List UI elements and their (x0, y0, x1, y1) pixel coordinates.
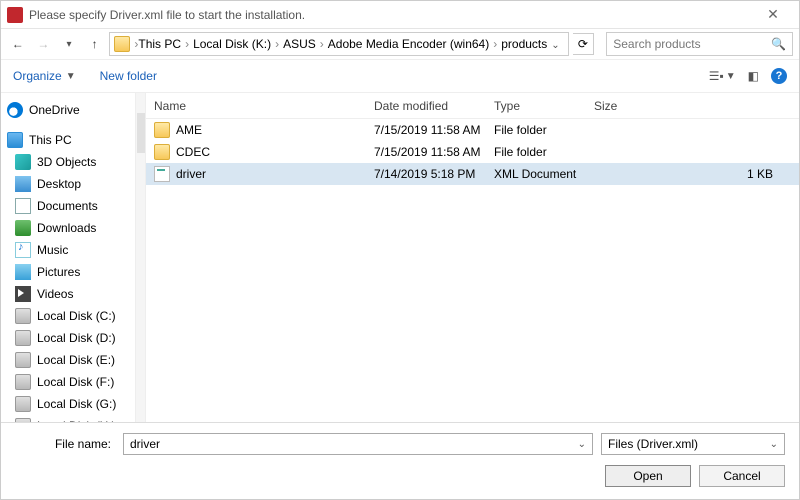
navigation-tree[interactable]: OneDrive This PC 3D Objects Desktop Docu… (1, 93, 136, 422)
up-button[interactable]: ↑ (84, 33, 106, 55)
tree-drive-f[interactable]: Local Disk (F:) (1, 371, 135, 393)
tree-drive-h[interactable]: Local Disk (H:) (1, 415, 135, 422)
desktop-icon (15, 176, 31, 192)
chevron-down-icon: ⌄ (578, 439, 586, 450)
crumb-2[interactable]: ASUS (283, 37, 316, 51)
drive-icon (15, 330, 31, 346)
drive-icon (15, 352, 31, 368)
dialog-body: OneDrive This PC 3D Objects Desktop Docu… (1, 93, 799, 422)
tree-documents[interactable]: Documents (1, 195, 135, 217)
splitter-knob-icon (137, 113, 145, 153)
tree-drive-g[interactable]: Local Disk (G:) (1, 393, 135, 415)
cube-icon (15, 154, 31, 170)
cancel-button[interactable]: Cancel (699, 465, 785, 487)
file-list-pane: Name Date modified Type Size AME 7/15/20… (146, 93, 799, 422)
tree-downloads[interactable]: Downloads (1, 217, 135, 239)
new-folder-button[interactable]: New folder (100, 69, 157, 83)
col-size[interactable]: Size (594, 99, 799, 113)
tree-pictures[interactable]: Pictures (1, 261, 135, 283)
address-dropdown[interactable]: ⌄ (547, 37, 563, 51)
file-open-dialog: Please specify Driver.xml file to start … (0, 0, 800, 500)
crumb-4[interactable]: products (501, 37, 547, 51)
folder-icon (154, 144, 170, 160)
crumb-0[interactable]: This PC (138, 37, 181, 51)
pictures-icon (15, 264, 31, 280)
recent-dropdown[interactable]: ▾ (58, 33, 80, 55)
titlebar: Please specify Driver.xml file to start … (1, 1, 799, 29)
tree-music[interactable]: Music (1, 239, 135, 261)
tree-drive-e[interactable]: Local Disk (E:) (1, 349, 135, 371)
tree-videos[interactable]: Videos (1, 283, 135, 305)
dialog-title: Please specify Driver.xml file to start … (29, 8, 753, 22)
crumb-3[interactable]: Adobe Media Encoder (win64) (328, 37, 489, 51)
back-button[interactable]: ← (7, 33, 29, 55)
music-icon (15, 242, 31, 258)
preview-pane-button[interactable]: ◧ (748, 69, 759, 83)
filetype-filter[interactable]: Files (Driver.xml)⌄ (601, 433, 785, 455)
col-type[interactable]: Type (494, 99, 594, 113)
col-date[interactable]: Date modified (374, 99, 494, 113)
cloud-icon (7, 102, 23, 118)
file-row[interactable]: AME 7/15/2019 11:58 AMFile folder (146, 119, 799, 141)
videos-icon (15, 286, 31, 302)
tree-splitter[interactable] (136, 93, 146, 422)
column-headers[interactable]: Name Date modified Type Size (146, 93, 799, 119)
close-button[interactable]: ✕ (753, 6, 793, 23)
toolbar: Organize ▼ New folder ☰▪ ▼ ◧ ? (1, 59, 799, 93)
search-placeholder: Search products (613, 37, 700, 51)
documents-icon (15, 198, 31, 214)
dialog-footer: File name: driver⌄ Files (Driver.xml)⌄ O… (1, 422, 799, 499)
folder-icon (114, 36, 130, 52)
search-input[interactable]: Search products 🔍 (606, 32, 793, 56)
pc-icon (7, 132, 23, 148)
downloads-icon (15, 220, 31, 236)
search-icon: 🔍 (771, 37, 786, 51)
tree-desktop[interactable]: Desktop (1, 173, 135, 195)
chevron-down-icon: ⌄ (770, 439, 778, 450)
navigation-bar: ← → ▾ ↑ › This PC› Local Disk (K:)› ASUS… (1, 29, 799, 59)
tree-3dobjects[interactable]: 3D Objects (1, 151, 135, 173)
open-button[interactable]: Open (605, 465, 691, 487)
crumb-1[interactable]: Local Disk (K:) (193, 37, 271, 51)
tree-onedrive[interactable]: OneDrive (1, 99, 135, 121)
tree-drive-c[interactable]: Local Disk (C:) (1, 305, 135, 327)
col-name[interactable]: Name (154, 99, 374, 113)
address-bar[interactable]: › This PC› Local Disk (K:)› ASUS› Adobe … (109, 32, 568, 56)
filename-input[interactable]: driver⌄ (123, 433, 593, 455)
forward-button[interactable]: → (33, 33, 55, 55)
tree-thispc[interactable]: This PC (1, 129, 135, 151)
filename-label: File name: (15, 437, 115, 451)
view-mode-button[interactable]: ☰▪ ▼ (709, 69, 736, 83)
tree-drive-d[interactable]: Local Disk (D:) (1, 327, 135, 349)
drive-icon (15, 396, 31, 412)
drive-icon (15, 374, 31, 390)
file-row[interactable]: CDEC 7/15/2019 11:58 AMFile folder (146, 141, 799, 163)
refresh-button[interactable]: ⟳ (573, 33, 595, 55)
help-button[interactable]: ? (771, 68, 787, 84)
folder-icon (154, 122, 170, 138)
breadcrumb: This PC› Local Disk (K:)› ASUS› Adobe Me… (138, 37, 547, 51)
xml-file-icon (154, 166, 170, 182)
file-row[interactable]: driver 7/14/2019 5:18 PMXML Document1 KB (146, 163, 799, 185)
drive-icon (15, 308, 31, 324)
organize-menu[interactable]: Organize ▼ (13, 69, 76, 83)
file-list[interactable]: AME 7/15/2019 11:58 AMFile folder CDEC 7… (146, 119, 799, 422)
app-icon (7, 7, 23, 23)
